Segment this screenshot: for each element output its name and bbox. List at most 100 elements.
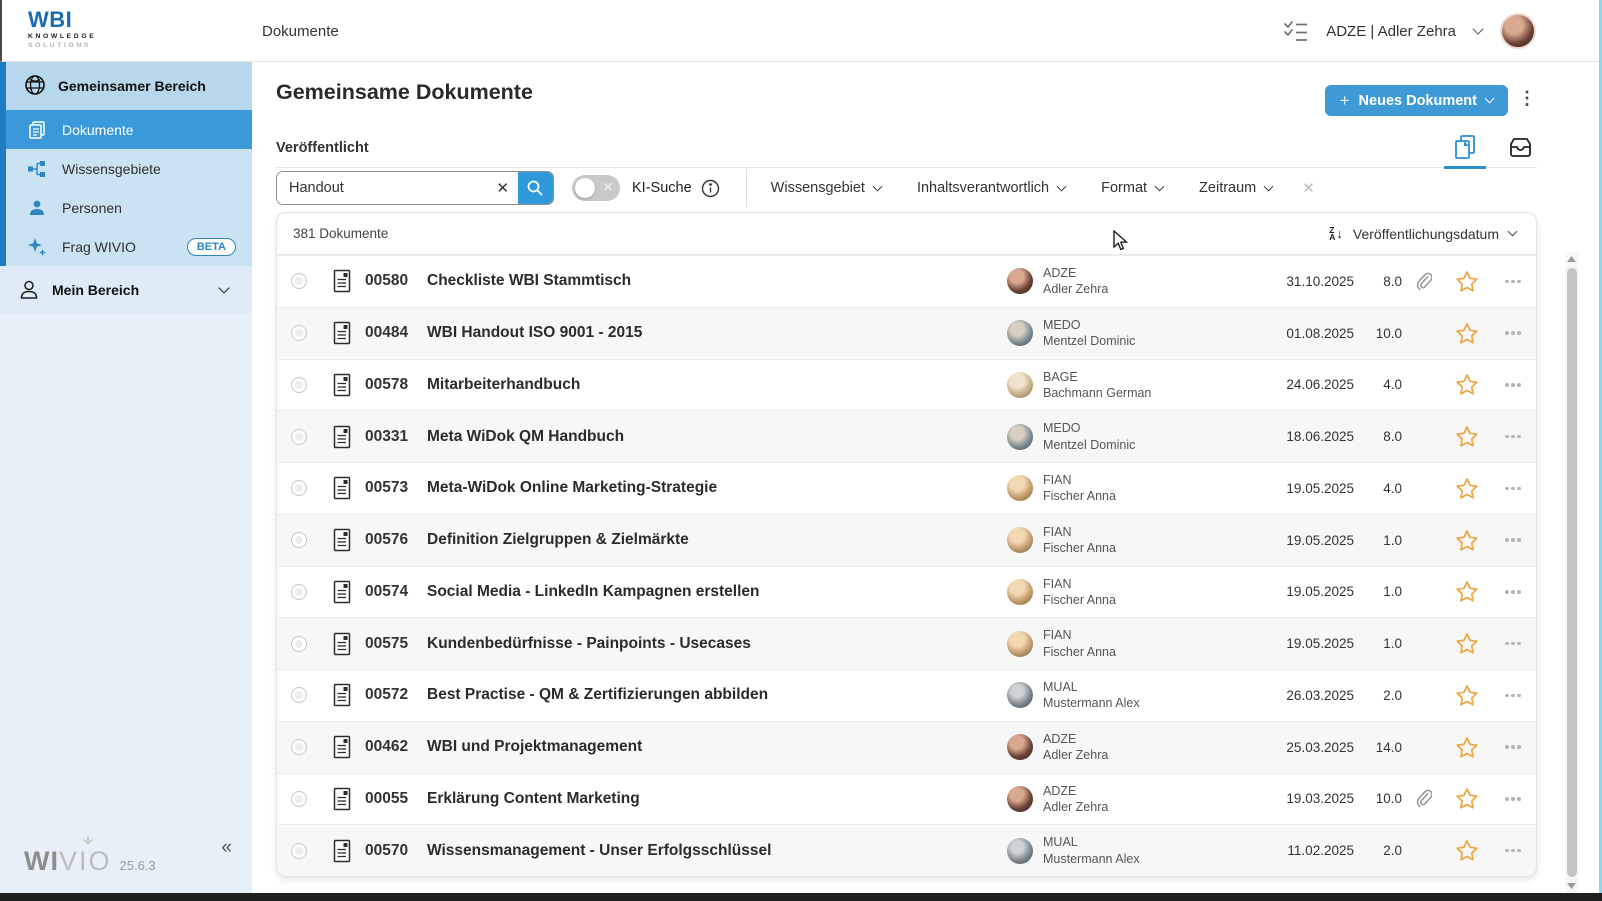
row-kebab-menu[interactable] xyxy=(1490,694,1536,698)
user-avatar[interactable] xyxy=(1500,13,1536,49)
scrollbar-down-arrow[interactable] xyxy=(1565,879,1578,893)
avatar xyxy=(1007,475,1033,501)
favorite-star-icon[interactable] xyxy=(1444,787,1490,810)
favorite-star-icon[interactable] xyxy=(1444,477,1490,500)
table-row[interactable]: 00574 Social Media - LinkedIn Kampagnen … xyxy=(277,566,1536,618)
favorite-star-icon[interactable] xyxy=(1444,580,1490,603)
favorite-star-icon[interactable] xyxy=(1444,270,1490,293)
sort-chevron-down-icon xyxy=(1508,227,1518,237)
sidebar-item-personen[interactable]: Personen xyxy=(6,188,252,227)
sidebar-item-frag-wivio[interactable]: Frag WIVIO BETA xyxy=(6,227,252,266)
publish-date: 01.08.2025 xyxy=(1262,326,1354,341)
search-input[interactable] xyxy=(277,172,488,204)
table-row[interactable]: 00578 Mitarbeiterhandbuch BAGE Bachmann … xyxy=(277,359,1536,411)
row-kebab-menu[interactable] xyxy=(1490,538,1536,542)
row-kebab-menu[interactable] xyxy=(1490,487,1536,491)
tab-documents-view[interactable] xyxy=(1452,133,1478,161)
favorite-star-icon[interactable] xyxy=(1444,736,1490,759)
row-kebab-menu[interactable] xyxy=(1490,745,1536,749)
row-radio[interactable] xyxy=(291,480,307,496)
table-row[interactable]: 00055 Erklärung Content Marketing ADZE A… xyxy=(277,773,1536,825)
sidebar-item-label: Dokumente xyxy=(62,122,134,138)
row-radio[interactable] xyxy=(291,377,307,393)
person-code: BAGE xyxy=(1043,369,1151,385)
row-radio[interactable] xyxy=(291,584,307,600)
page-kebab-menu-icon[interactable]: ⋮ xyxy=(1518,89,1536,107)
table-row[interactable]: 00575 Kundenbedürfnisse - Painpoints - U… xyxy=(277,617,1536,669)
sort-control[interactable]: Z A ↓ Veröffentlichungsdatum xyxy=(1329,226,1516,242)
ki-suche-toggle[interactable]: ✕ xyxy=(572,175,620,201)
row-radio[interactable] xyxy=(291,273,307,289)
table-row[interactable]: 00576 Definition Zielgruppen & Zielmärkt… xyxy=(277,514,1536,566)
table-row[interactable]: 00484 WBI Handout ISO 9001 - 2015 MEDO M… xyxy=(277,307,1536,359)
version-number: 14.0 xyxy=(1354,740,1402,755)
favorite-star-icon[interactable] xyxy=(1444,684,1490,707)
search-button[interactable] xyxy=(518,172,553,204)
toolbar-divider xyxy=(746,169,747,207)
row-radio[interactable] xyxy=(291,532,307,548)
paperclip-icon xyxy=(1402,272,1444,291)
row-kebab-menu[interactable] xyxy=(1490,642,1536,646)
favorite-star-icon[interactable] xyxy=(1444,322,1490,345)
tab-veroeffentlicht[interactable]: Veröffentlicht xyxy=(276,140,369,156)
table-row[interactable]: 00462 WBI und Projektmanagement ADZE Adl… xyxy=(277,721,1536,773)
favorite-star-icon[interactable] xyxy=(1444,529,1490,552)
row-kebab-menu[interactable] xyxy=(1490,331,1536,335)
user-menu-label[interactable]: ADZE | Adler Zehra xyxy=(1326,23,1456,40)
new-document-button[interactable]: + Neues Dokument xyxy=(1325,85,1508,116)
filter-format[interactable]: Format xyxy=(1101,180,1163,196)
list-header: 381 Dokumente Z A ↓ Veröffentlichungsdat… xyxy=(277,213,1536,255)
table-row[interactable]: 00573 Meta-WiDok Online Marketing-Strate… xyxy=(277,462,1536,514)
filter-label: Inhaltsverantwortlich xyxy=(917,180,1049,196)
row-radio[interactable] xyxy=(291,791,307,807)
row-radio[interactable] xyxy=(291,636,307,652)
version-number: 10.0 xyxy=(1354,326,1402,341)
person-name: Mentzel Dominic xyxy=(1043,437,1135,453)
list-scrollbar[interactable] xyxy=(1565,252,1578,893)
table-row[interactable]: 00570 Wissensmanagement - Unser Erfolgss… xyxy=(277,824,1536,876)
favorite-star-icon[interactable] xyxy=(1444,373,1490,396)
favorite-star-icon[interactable] xyxy=(1444,839,1490,862)
document-count: 381 Dokumente xyxy=(293,226,388,241)
scrollbar-up-arrow[interactable] xyxy=(1565,252,1578,266)
favorite-star-icon[interactable] xyxy=(1444,425,1490,448)
favorite-star-icon[interactable] xyxy=(1444,632,1490,655)
row-kebab-menu[interactable] xyxy=(1490,280,1536,284)
search-clear-icon[interactable]: ✕ xyxy=(488,172,518,204)
wivio-footer-logo: WI VIO 25.6.3 xyxy=(24,846,156,877)
user-menu-chevron-down-icon[interactable] xyxy=(1472,23,1483,34)
scrollbar-thumb[interactable] xyxy=(1567,268,1577,877)
row-kebab-menu[interactable] xyxy=(1490,383,1536,387)
tab-archive-view[interactable] xyxy=(1508,135,1533,160)
avatar xyxy=(1007,424,1033,450)
document-title: Checkliste WBI Stammtisch xyxy=(423,272,1007,290)
filter-wissensgebiet[interactable]: Wissensgebiet xyxy=(771,180,881,196)
chevron-down-icon xyxy=(1155,181,1165,191)
row-radio[interactable] xyxy=(291,325,307,341)
filter-inhaltsverantwortlich[interactable]: Inhaltsverantwortlich xyxy=(917,180,1065,196)
filter-clear-icon[interactable]: ✕ xyxy=(1302,179,1315,197)
page-title: Gemeinsame Dokumente xyxy=(276,80,533,105)
row-kebab-menu[interactable] xyxy=(1490,849,1536,853)
row-radio[interactable] xyxy=(291,843,307,859)
sidebar-section-gemeinsamer-bereich[interactable]: Gemeinsamer Bereich xyxy=(6,62,252,110)
row-kebab-menu[interactable] xyxy=(1490,797,1536,801)
avatar xyxy=(1007,579,1033,605)
row-radio[interactable] xyxy=(291,429,307,445)
sidebar-item-wissensgebiete[interactable]: Wissensgebiete xyxy=(6,149,252,188)
filter-zeitraum[interactable]: Zeitraum xyxy=(1199,180,1272,196)
table-row[interactable]: 00580 Checkliste WBI Stammtisch ADZE Adl… xyxy=(277,255,1536,307)
sidebar-section-mein-bereich[interactable]: Mein Bereich xyxy=(0,266,252,314)
document-title: WBI und Projektmanagement xyxy=(423,738,1007,756)
row-radio[interactable] xyxy=(291,687,307,703)
table-row[interactable]: 00572 Best Practise - QM & Zertifizierun… xyxy=(277,669,1536,721)
row-kebab-menu[interactable] xyxy=(1490,590,1536,594)
table-row[interactable]: 00331 Meta WiDok QM Handbuch MEDO Mentze… xyxy=(277,410,1536,462)
filter-label: Format xyxy=(1101,180,1147,196)
sidebar-collapse-button[interactable]: « xyxy=(221,837,232,859)
info-icon[interactable] xyxy=(701,179,720,198)
row-radio[interactable] xyxy=(291,739,307,755)
tasks-icon[interactable] xyxy=(1284,20,1308,42)
sidebar-item-dokumente[interactable]: Dokumente xyxy=(6,110,252,149)
row-kebab-menu[interactable] xyxy=(1490,435,1536,439)
